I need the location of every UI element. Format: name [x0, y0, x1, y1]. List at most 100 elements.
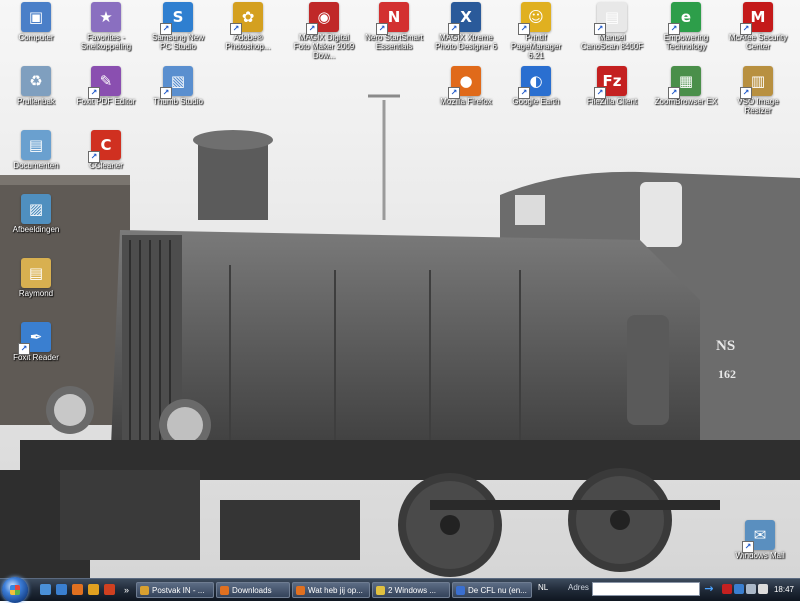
- tray-icon[interactable]: [746, 584, 756, 594]
- quick-launch-overflow-chevron-icon[interactable]: »: [124, 582, 134, 598]
- desktop-icon[interactable]: ☺ ↗ PrintIf PageManager 6.21: [504, 2, 568, 60]
- quick-launch-icon[interactable]: [56, 584, 67, 595]
- desktop-icon[interactable]: ● ↗ Mozilla Firefox: [434, 66, 498, 106]
- app-icon: ▨: [28, 200, 44, 218]
- desktop-icon-label: Google Earth: [512, 97, 560, 106]
- desktop-icon-image: ★: [91, 2, 121, 32]
- quick-launch-icon[interactable]: [40, 584, 51, 595]
- shortcut-arrow-icon: ↗: [88, 87, 100, 99]
- desktop-icon[interactable]: e ↗ Empowering Technology: [654, 2, 718, 51]
- desktop-icon-label: FileZilla Client: [586, 97, 638, 106]
- desktop-icon[interactable]: ★ Favorites - Snelkoppeling: [74, 2, 138, 51]
- app-icon: ★: [99, 8, 113, 26]
- taskbar-button[interactable]: Downloads: [216, 582, 290, 598]
- shortcut-arrow-icon: ↗: [230, 23, 242, 35]
- desktop-icon-image: ● ↗: [448, 66, 481, 99]
- app-icon: ▣: [28, 8, 44, 26]
- desktop-icon-label: PrintIf PageManager 6.21: [510, 33, 562, 60]
- quick-launch-icon[interactable]: [72, 584, 83, 595]
- desktop-icon[interactable]: ▤ Documenten: [4, 130, 68, 170]
- start-button[interactable]: [2, 577, 28, 603]
- tray-icon[interactable]: [722, 584, 732, 594]
- desktop-icon-label: Computer: [18, 33, 54, 42]
- desktop-icon-image: M ↗: [740, 2, 773, 35]
- address-input[interactable]: [592, 582, 700, 596]
- wallpaper-plate-line1: NS: [716, 338, 735, 354]
- taskbar-app-icon: [296, 586, 305, 595]
- desktop-icon[interactable]: N ↗ Nero StartSmart Essentials: [362, 2, 426, 51]
- desktop-icon[interactable]: ✒ ↗ Foxit Reader: [4, 322, 68, 362]
- desktop-icon-label: Afbeeldingen: [12, 225, 60, 234]
- desktop-icon-label: Prullenbak: [17, 97, 55, 106]
- desktop-icon-label: Mozilla Firefox: [440, 97, 492, 106]
- desktop-icon-label: Foxit PDF Editor: [76, 97, 136, 106]
- desktop-icon-image: e ↗: [668, 2, 701, 35]
- desktop-icon-image: ◐ ↗: [518, 66, 551, 99]
- tray-icon[interactable]: [758, 584, 768, 594]
- tray-icon[interactable]: [734, 584, 744, 594]
- desktop-icon-label: Windows Mail: [735, 551, 785, 560]
- desktop-icon[interactable]: ▤ Raymond: [4, 258, 68, 298]
- desktop-icon[interactable]: ▣ Computer: [4, 2, 68, 42]
- shortcut-arrow-icon: ↗: [740, 23, 752, 35]
- desktop-icon-image: S ↗: [160, 2, 193, 35]
- language-indicator[interactable]: NL: [538, 583, 548, 592]
- desktop-icon-image: ▤: [21, 258, 51, 288]
- desktop-icon[interactable]: ▧ ↗ Thumb Studio: [146, 66, 210, 106]
- shortcut-arrow-icon: ↗: [668, 87, 680, 99]
- desktop-icon[interactable]: ✎ ↗ Foxit PDF Editor: [74, 66, 138, 106]
- taskbar-button-label: Postvak IN - ...: [152, 586, 205, 595]
- desktop-icon[interactable]: ◐ ↗ Google Earth: [504, 66, 568, 106]
- shortcut-arrow-icon: ↗: [160, 87, 172, 99]
- system-tray: 18:47: [720, 581, 800, 599]
- taskbar-button-label: Downloads: [232, 586, 272, 595]
- desktop-icon-image: ▤ ↗: [594, 2, 627, 35]
- desktop-icon-label: Empowering Technology: [663, 33, 709, 51]
- taskbar-button[interactable]: Wat heb jij op...: [292, 582, 370, 598]
- taskbar-app-icon: [456, 586, 465, 595]
- desktop-icon-label: Documenten: [13, 161, 59, 170]
- desktop-icon-label: ZoomBrowser EX: [654, 97, 718, 106]
- desktop-icon[interactable]: C ↗ CCleaner: [74, 130, 138, 170]
- desktop-icon[interactable]: X ↗ MAGIX Xtreme Photo Designer 6: [434, 2, 498, 51]
- quick-launch-icon[interactable]: [104, 584, 115, 595]
- shortcut-arrow-icon: ↗: [518, 87, 530, 99]
- desktop-icon-label: McAfee Security Center: [728, 33, 788, 51]
- shortcut-arrow-icon: ↗: [742, 541, 754, 553]
- go-arrow-icon[interactable]: →: [702, 582, 716, 596]
- desktop-icon[interactable]: S ↗ Samsung New PC Studio: [146, 2, 210, 51]
- desktop-icon[interactable]: ♻ Prullenbak: [4, 66, 68, 106]
- desktop-icon-label: Thumb Studio: [153, 97, 203, 106]
- desktop-icon[interactable]: ▥ ↗ VSO Image Resizer: [726, 66, 790, 115]
- desktop-icon-label: Raymond: [18, 289, 54, 298]
- desktop-icon[interactable]: ◉ ↗ MAGIX Digital Foto Maker 2009 Dow...: [292, 2, 356, 60]
- desktop-icon[interactable]: Fz ↗ FileZilla Client: [580, 66, 644, 106]
- taskbar-button[interactable]: De CFL nu (en...: [452, 582, 532, 598]
- shortcut-arrow-icon: ↗: [448, 23, 460, 35]
- desktop-icon-image: C ↗: [88, 130, 121, 163]
- desktop-icon[interactable]: ✉ ↗ Windows Mail: [728, 520, 792, 560]
- desktop-icon[interactable]: ✿ ↗ Adobe® Photoshop...: [216, 2, 280, 51]
- desktop-icon[interactable]: ▨ Afbeeldingen: [4, 194, 68, 234]
- desktop-icon-image: ♻: [21, 66, 51, 96]
- desktop-icon[interactable]: M ↗ McAfee Security Center: [726, 2, 790, 51]
- taskbar-app-icon: [376, 586, 385, 595]
- shortcut-arrow-icon: ↗: [594, 23, 606, 35]
- shortcut-arrow-icon: ↗: [160, 23, 172, 35]
- desktop-icon-image: ▨: [21, 194, 51, 224]
- desktop-icon[interactable]: ▤ ↗ Manuel CanoScan 8400F: [580, 2, 644, 51]
- desktop-icon-label: Foxit Reader: [13, 353, 59, 362]
- desktop-icon-image: ▤: [21, 130, 51, 160]
- windows-flag-icon: [10, 585, 20, 595]
- desktop-icon[interactable]: ▦ ↗ ZoomBrowser EX: [654, 66, 718, 106]
- desktop-icon-label: Adobe® Photoshop...: [225, 33, 271, 51]
- quick-launch-icon[interactable]: [88, 584, 99, 595]
- app-icon: ♻: [29, 72, 43, 90]
- desktop-icon-image: ✿ ↗: [230, 2, 263, 35]
- clock[interactable]: 18:47: [774, 585, 794, 594]
- taskbar-button[interactable]: 2 Windows ...: [372, 582, 450, 598]
- taskbar: » Postvak IN - ... Downloads Wat heb jij o…: [0, 577, 800, 603]
- taskbar-button[interactable]: Postvak IN - ...: [136, 582, 214, 598]
- address-label: Adres: [568, 583, 589, 592]
- taskbar-app-icon: [140, 586, 149, 595]
